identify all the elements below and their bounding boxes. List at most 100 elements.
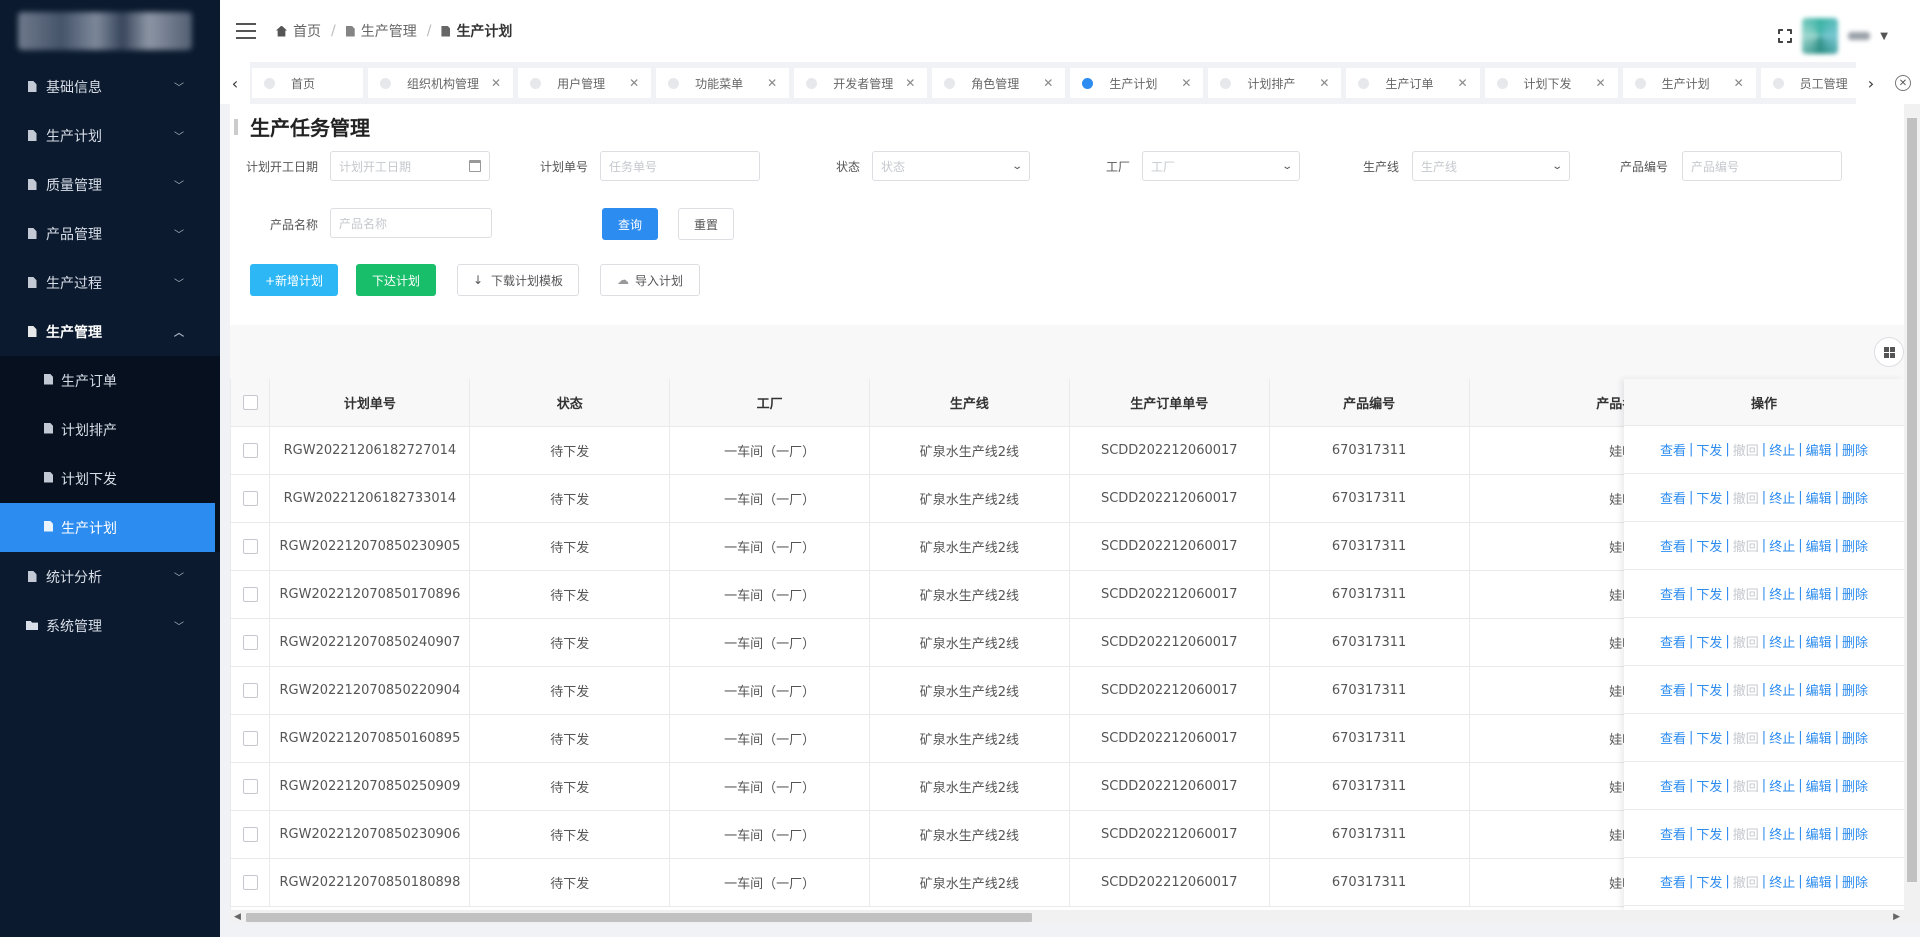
sidebar-item[interactable]: 基础信息 ﹀ xyxy=(0,62,220,111)
username[interactable] xyxy=(1848,32,1871,40)
action-link[interactable]: 下发 xyxy=(1696,440,1722,459)
action-link[interactable]: 删除 xyxy=(1842,776,1868,795)
product-code-input[interactable]: 产品编号 xyxy=(1682,151,1842,181)
sidebar-item[interactable]: 生产管理 ︿ xyxy=(0,307,220,356)
column-settings-button[interactable] xyxy=(1874,337,1904,367)
action-link[interactable]: 下发 xyxy=(1696,632,1722,651)
horizontal-scrollbar[interactable]: ◀ ▶ xyxy=(230,910,1904,924)
action-link[interactable]: 删除 xyxy=(1842,536,1868,555)
action-link[interactable]: 编辑 xyxy=(1806,488,1832,507)
action-link[interactable]: 下发 xyxy=(1696,824,1722,843)
sidebar-item[interactable]: 生产计划 ﹀ xyxy=(0,111,220,160)
action-link[interactable]: 删除 xyxy=(1842,440,1868,459)
sidebar-item[interactable]: 统计分析 ﹀ xyxy=(0,552,220,601)
action-link[interactable]: 查看 xyxy=(1660,584,1686,603)
row-checkbox[interactable] xyxy=(242,538,258,554)
tab[interactable]: 角色管理 ✕ xyxy=(932,68,1066,98)
close-icon[interactable]: ✕ xyxy=(1043,76,1053,90)
tab[interactable]: 首页 xyxy=(252,68,363,98)
breadcrumb-home[interactable]: 首页 xyxy=(276,21,321,41)
fullscreen-icon[interactable] xyxy=(1777,28,1794,44)
action-link[interactable]: 下发 xyxy=(1696,728,1722,747)
action-link[interactable]: 编辑 xyxy=(1806,440,1832,459)
action-link[interactable]: 查看 xyxy=(1660,440,1686,459)
action-link[interactable]: 终止 xyxy=(1769,632,1795,651)
tab[interactable]: 功能菜单 ✕ xyxy=(656,68,790,98)
action-link[interactable]: 查看 xyxy=(1660,872,1686,891)
sidebar-item[interactable]: 生产过程 ﹀ xyxy=(0,258,220,307)
action-link[interactable]: 查看 xyxy=(1660,728,1686,747)
status-select[interactable]: 状态 ⌄ xyxy=(872,151,1030,181)
action-link[interactable]: 编辑 xyxy=(1806,776,1832,795)
action-link[interactable]: 查看 xyxy=(1660,632,1686,651)
avatar[interactable] xyxy=(1802,18,1839,54)
action-link[interactable]: 删除 xyxy=(1842,584,1868,603)
action-link[interactable]: 删除 xyxy=(1842,872,1868,891)
close-icon[interactable]: ✕ xyxy=(1181,76,1191,90)
action-link[interactable]: 查看 xyxy=(1660,680,1686,699)
close-icon[interactable]: ✕ xyxy=(905,76,915,90)
sidebar-subitem[interactable]: 生产订单 xyxy=(0,356,220,405)
select-all-checkbox[interactable] xyxy=(242,394,258,410)
action-link[interactable]: 下发 xyxy=(1696,488,1722,507)
action-link[interactable]: 编辑 xyxy=(1806,728,1832,747)
tabs-scroll-left-icon[interactable]: ‹ xyxy=(220,62,250,104)
action-link[interactable]: 编辑 xyxy=(1806,680,1832,699)
factory-select[interactable]: 工厂 ⌄ xyxy=(1142,151,1300,181)
close-icon[interactable]: ✕ xyxy=(1457,76,1467,90)
action-link[interactable]: 查看 xyxy=(1660,776,1686,795)
import-plan-button[interactable]: ☁ 导入计划 xyxy=(600,264,700,296)
query-button[interactable]: 查询 xyxy=(602,208,658,240)
tab[interactable]: 生产计划 ✕ xyxy=(1622,68,1756,98)
sidebar-subitem[interactable]: 生产计划 xyxy=(0,503,215,552)
action-link[interactable]: 终止 xyxy=(1769,776,1795,795)
row-checkbox[interactable] xyxy=(242,730,258,746)
action-link[interactable]: 编辑 xyxy=(1806,872,1832,891)
close-icon[interactable]: ✕ xyxy=(1734,76,1744,90)
close-icon[interactable]: ✕ xyxy=(491,76,501,90)
action-link[interactable]: 终止 xyxy=(1769,488,1795,507)
tab[interactable]: 用户管理 ✕ xyxy=(518,68,652,98)
tab[interactable]: 员工管理✕ xyxy=(1760,68,1856,98)
action-link[interactable]: 删除 xyxy=(1842,824,1868,843)
close-all-tabs-button[interactable]: ✕ xyxy=(1886,62,1920,104)
sidebar-item[interactable]: 质量管理 ﹀ xyxy=(0,160,220,209)
action-link[interactable]: 删除 xyxy=(1842,632,1868,651)
row-checkbox[interactable] xyxy=(242,442,258,458)
action-link[interactable]: 下发 xyxy=(1696,680,1722,699)
caret-down-icon[interactable]: ▼ xyxy=(1880,31,1888,42)
row-checkbox[interactable] xyxy=(242,634,258,650)
add-plan-button[interactable]: +新增计划 xyxy=(250,264,338,296)
action-link[interactable]: 下发 xyxy=(1696,776,1722,795)
row-checkbox[interactable] xyxy=(242,874,258,890)
scroll-left-icon[interactable]: ◀ xyxy=(234,910,241,924)
action-link[interactable]: 删除 xyxy=(1842,488,1868,507)
tab[interactable]: 生产计划 ✕ xyxy=(1070,68,1204,98)
action-link[interactable]: 查看 xyxy=(1660,824,1686,843)
tab[interactable]: 计划排产 ✕ xyxy=(1208,68,1342,98)
line-select[interactable]: 生产线 ⌄ xyxy=(1412,151,1570,181)
sidebar-item[interactable]: 系统管理 ﹀ xyxy=(0,601,220,650)
download-template-button[interactable]: ↓ 下载计划模板 xyxy=(457,264,579,296)
horizontal-scroll-thumb[interactable] xyxy=(246,913,1032,922)
plan-date-picker[interactable]: 计划开工日期 xyxy=(330,151,490,181)
close-icon[interactable]: ✕ xyxy=(629,76,639,90)
sidebar-subitem[interactable]: 计划排产 xyxy=(0,405,220,454)
tab[interactable]: 组织机构管理 ✕ xyxy=(368,68,514,98)
row-checkbox[interactable] xyxy=(242,490,258,506)
action-link[interactable]: 查看 xyxy=(1660,488,1686,507)
action-link[interactable]: 终止 xyxy=(1769,824,1795,843)
breadcrumb-production-mgmt[interactable]: 生产管理 xyxy=(345,21,417,41)
tabs-scroll-right-icon[interactable]: › xyxy=(1856,62,1886,104)
reset-button[interactable]: 重置 xyxy=(678,208,734,240)
issue-plan-button[interactable]: 下达计划 xyxy=(356,264,436,296)
action-link[interactable]: 终止 xyxy=(1769,872,1795,891)
action-link[interactable]: 下发 xyxy=(1696,536,1722,555)
product-name-input[interactable]: 产品名称 xyxy=(330,208,492,238)
row-checkbox[interactable] xyxy=(242,682,258,698)
action-link[interactable]: 终止 xyxy=(1769,536,1795,555)
row-checkbox[interactable] xyxy=(242,826,258,842)
action-link[interactable]: 删除 xyxy=(1842,680,1868,699)
close-icon[interactable]: ✕ xyxy=(1596,76,1606,90)
sidebar-item[interactable]: 产品管理 ﹀ xyxy=(0,209,220,258)
